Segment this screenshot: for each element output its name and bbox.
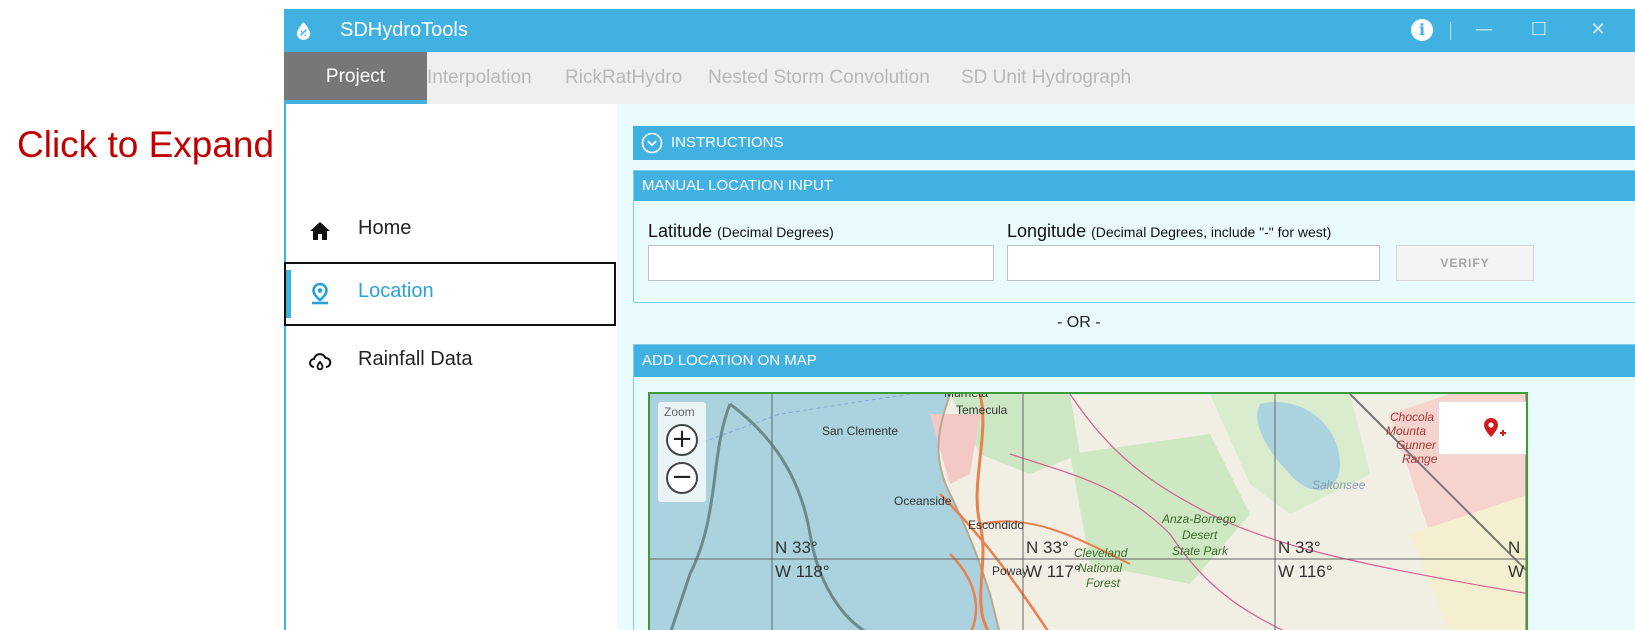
zoom-label: Zoom bbox=[664, 405, 695, 419]
menu-bar: Project Interpolation RickRatHydro Neste… bbox=[284, 52, 1635, 104]
app-title: SDHydroTools bbox=[340, 19, 468, 41]
map-place-label: Forest bbox=[1086, 576, 1121, 590]
close-button[interactable]: ✕ bbox=[1583, 17, 1613, 43]
title-bar: SDHydroTools i — ☐ ✕ bbox=[284, 9, 1635, 52]
sidebar-item-label: Home bbox=[358, 217, 412, 239]
map-grid-label: W 117° bbox=[1026, 562, 1081, 581]
map-grid-label: W 116° bbox=[1278, 562, 1333, 581]
sidebar-item-location[interactable]: Location bbox=[284, 262, 616, 326]
map-place-label: San Clemente bbox=[822, 424, 899, 438]
water-drop-app-icon bbox=[296, 21, 311, 40]
info-icon[interactable]: i bbox=[1411, 19, 1433, 41]
tab-sd-unit-hydrograph[interactable]: SD Unit Hydrograph bbox=[961, 52, 1131, 104]
map-grid-label: N 3 bbox=[1508, 538, 1526, 557]
map-place-label: Poway bbox=[992, 564, 1029, 578]
latitude-label-sub: (Decimal Degrees) bbox=[717, 224, 834, 240]
map-place-label: Escondido bbox=[968, 518, 1025, 532]
sidebar-item-label: Location bbox=[358, 280, 434, 302]
title-bar-separator bbox=[1450, 22, 1451, 40]
zoom-control: Zoom + − bbox=[658, 402, 706, 502]
map-grid-label: N 33° bbox=[775, 538, 818, 557]
app-window: SDHydroTools i — ☐ ✕ Project Interpolati… bbox=[284, 9, 1635, 630]
map-place-label: Oceanside bbox=[894, 494, 952, 508]
instructions-label: INSTRUCTIONS bbox=[671, 134, 784, 151]
map-grid-label: N 33° bbox=[1026, 538, 1069, 557]
zoom-out-button[interactable]: − bbox=[666, 462, 698, 494]
map-grid-label: W 118° bbox=[775, 562, 830, 581]
sidebar-item-label: Rainfall Data bbox=[358, 348, 473, 370]
sidebar-item-home[interactable]: Home bbox=[286, 199, 633, 263]
maximize-button[interactable]: ☐ bbox=[1524, 17, 1554, 43]
longitude-label: Longitude (Decimal Degrees, include "-" … bbox=[1007, 221, 1331, 242]
sidebar: Home Location Rainfall Data bbox=[284, 104, 633, 630]
selected-indicator bbox=[286, 270, 291, 318]
home-icon bbox=[310, 222, 330, 240]
map-place-label: Range bbox=[1402, 452, 1438, 466]
tab-nested-storm-convolution[interactable]: Nested Storm Convolution bbox=[708, 52, 930, 104]
latitude-label-text: Latitude bbox=[648, 221, 713, 241]
map-grid-label: W bbox=[1508, 562, 1525, 581]
tab-rickrathydro[interactable]: RickRatHydro bbox=[565, 52, 682, 104]
longitude-label-sub: (Decimal Degrees, include "-" for west) bbox=[1091, 224, 1332, 240]
main-content: INSTRUCTIONS MANUAL LOCATION INPUT Latit… bbox=[617, 104, 1635, 630]
map-place-label: Chocola bbox=[1390, 410, 1435, 424]
zoom-in-button[interactable]: + bbox=[666, 424, 698, 456]
location-pin-icon bbox=[312, 282, 328, 305]
add-location-pin-button[interactable] bbox=[1438, 401, 1526, 455]
manual-location-panel: MANUAL LOCATION INPUT Latitude (Decimal … bbox=[633, 170, 1635, 303]
tab-project[interactable]: Project bbox=[284, 52, 427, 104]
map-grid-label: N 33° bbox=[1278, 538, 1321, 557]
latitude-label: Latitude (Decimal Degrees) bbox=[648, 221, 834, 242]
add-location-pin-icon bbox=[1484, 418, 1506, 437]
instructions-expander[interactable]: INSTRUCTIONS bbox=[633, 126, 1635, 160]
chevron-circle-down-icon bbox=[641, 132, 663, 154]
map-view[interactable]: Zoom + − Murrieta Temecula San Clemente … bbox=[648, 392, 1528, 630]
tab-interpolation[interactable]: Interpolation bbox=[427, 52, 532, 104]
latitude-input[interactable] bbox=[648, 245, 994, 281]
map-place-label: Saltonsee bbox=[1312, 478, 1366, 492]
or-separator: - OR - bbox=[1057, 314, 1101, 331]
add-location-map-header: ADD LOCATION ON MAP bbox=[634, 345, 1635, 377]
manual-location-header: MANUAL LOCATION INPUT bbox=[634, 171, 1635, 201]
map-place-label: Gunner bbox=[1396, 438, 1437, 452]
screenshot-stage: Click to Expand Instructions SDHydroTool… bbox=[0, 0, 1635, 630]
map-place-label: Anza-Borrego bbox=[1162, 512, 1237, 526]
sidebar-item-rainfall-data[interactable]: Rainfall Data bbox=[286, 332, 633, 396]
map-place-label: State Park bbox=[1172, 544, 1229, 558]
map-place-label: National bbox=[1078, 561, 1123, 575]
map-place-label: Desert bbox=[1182, 528, 1218, 542]
verify-button[interactable]: VERIFY bbox=[1396, 245, 1534, 281]
map-place-label: Cleveland bbox=[1074, 546, 1128, 560]
longitude-input[interactable] bbox=[1007, 245, 1380, 281]
map-panel: ADD LOCATION ON MAP Zoom + − Murrieta Te… bbox=[633, 344, 1635, 630]
map-place-label: Murrieta bbox=[944, 392, 989, 400]
map-place-label: Temecula bbox=[956, 403, 1008, 417]
map-place-label: Mounta bbox=[1386, 424, 1427, 438]
minimize-button[interactable]: — bbox=[1469, 17, 1499, 43]
rain-cloud-icon bbox=[309, 353, 332, 371]
longitude-label-text: Longitude bbox=[1007, 221, 1087, 241]
